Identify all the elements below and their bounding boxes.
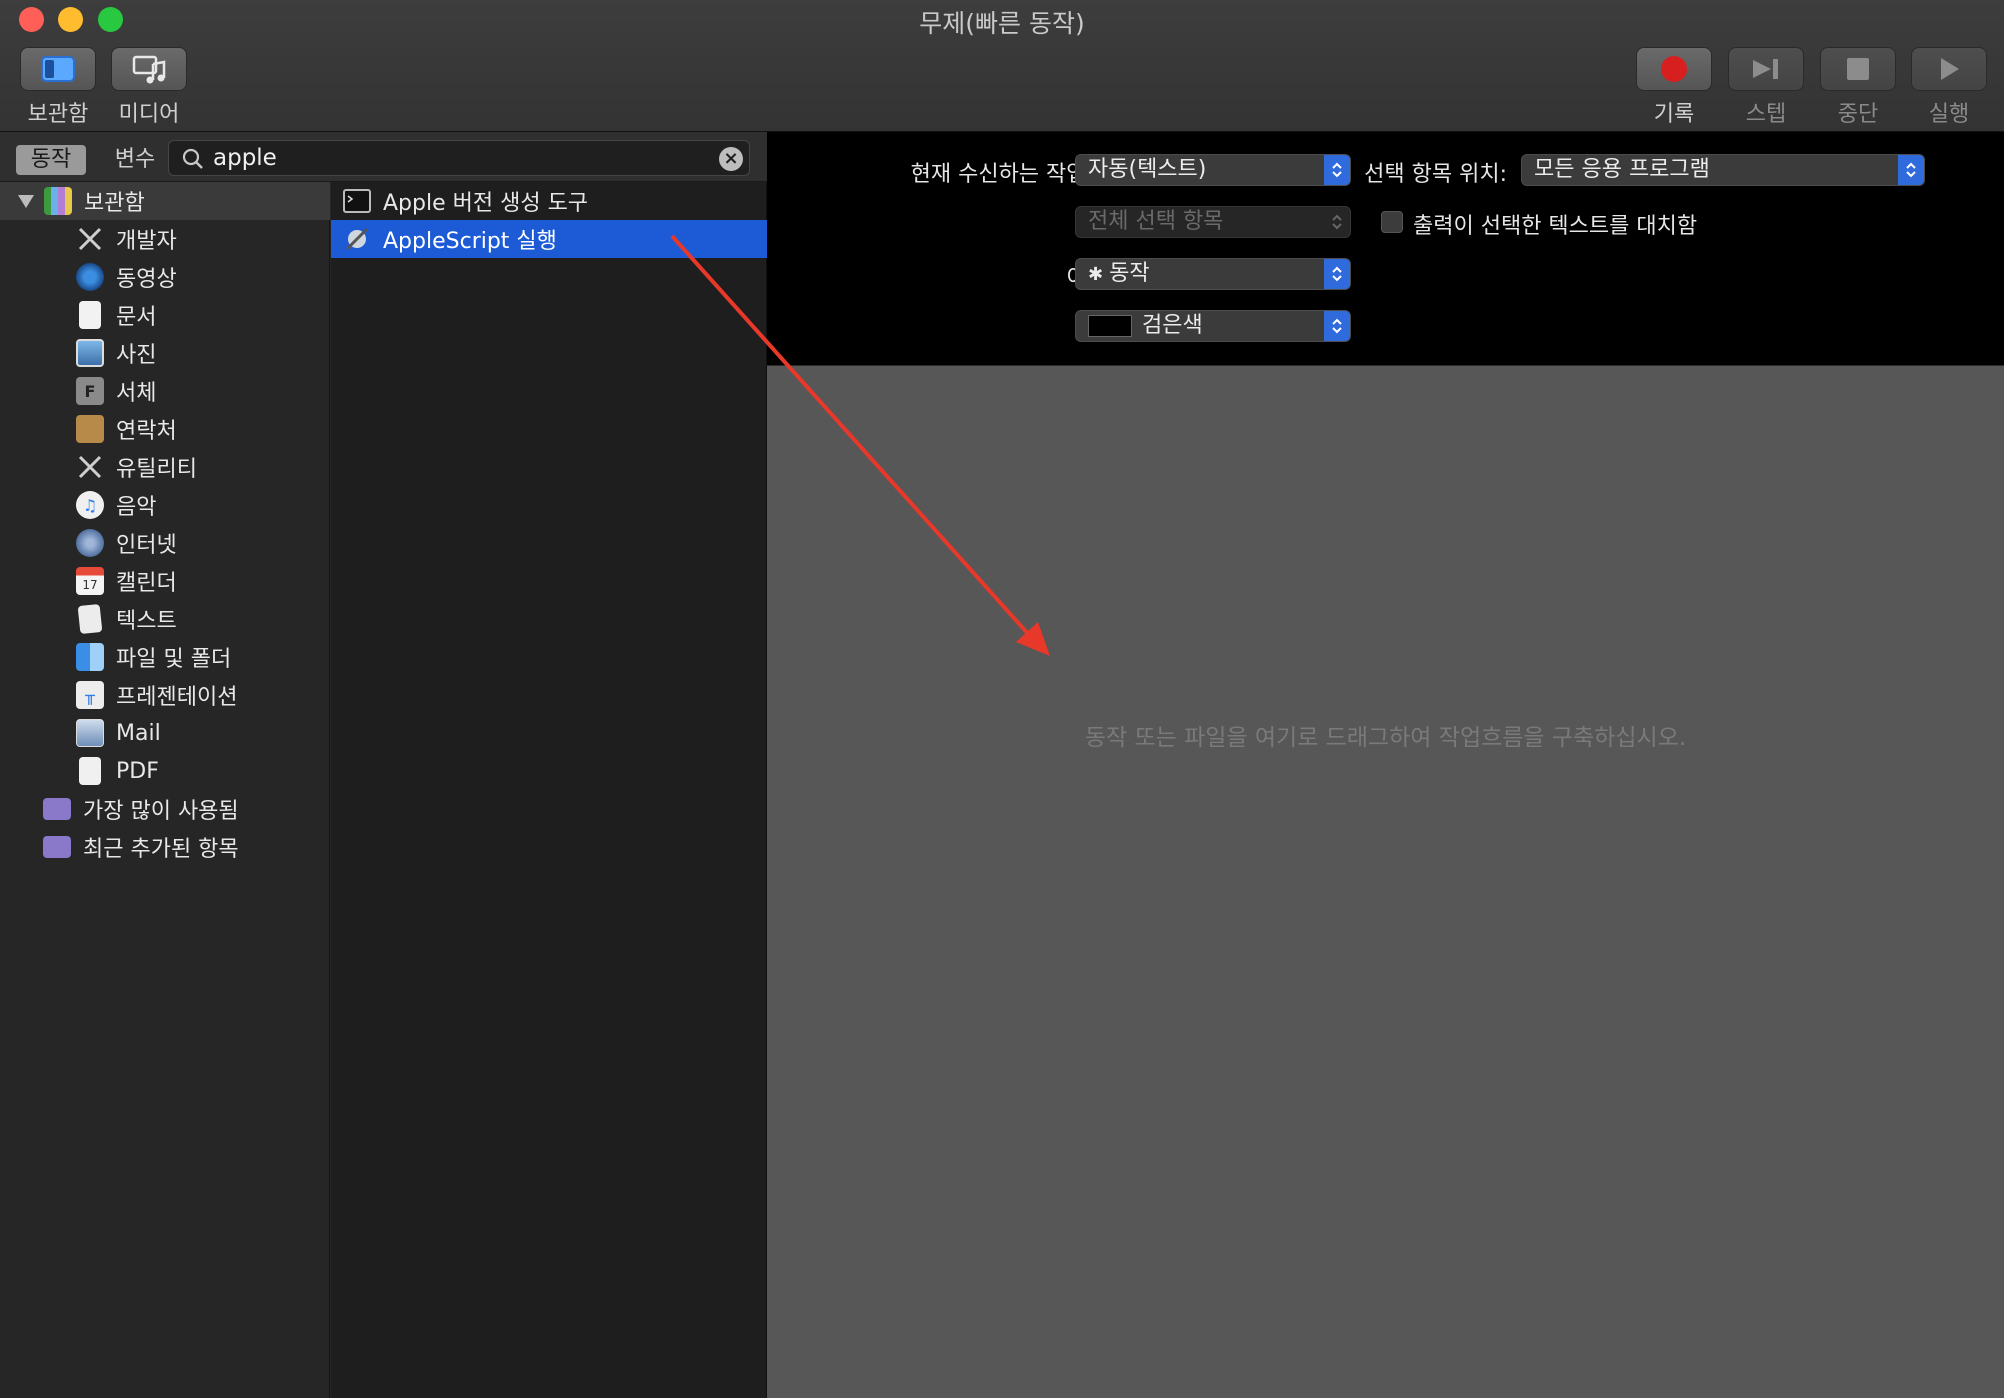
automator-window: 무제(빠른 동작) 보관함 미디어 기록 스텝 중단 실행 동작 변수 appl… xyxy=(0,0,2004,1398)
drag-annotation-arrow xyxy=(670,234,1050,656)
